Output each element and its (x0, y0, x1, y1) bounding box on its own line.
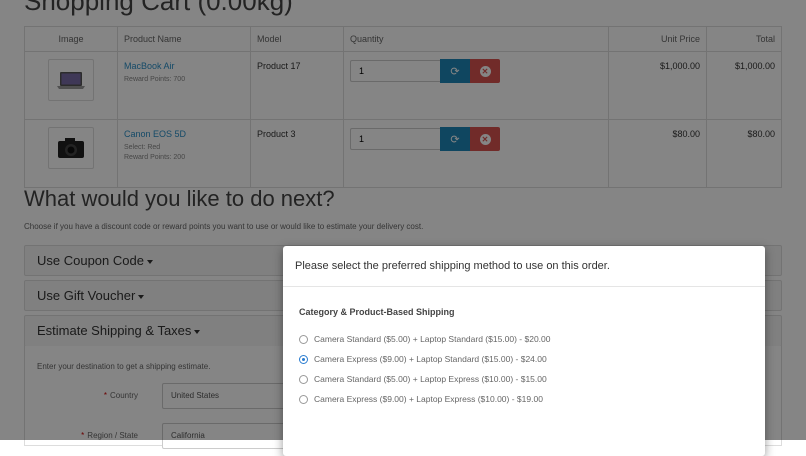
radio-button-selected[interactable] (299, 354, 308, 364)
shipping-option[interactable]: Camera Standard ($5.00) + Laptop Express… (299, 369, 749, 389)
radio-button[interactable] (299, 374, 308, 384)
shipping-modal: Please select the preferred shipping met… (283, 246, 765, 456)
shipping-option-label: Camera Express ($9.00) + Laptop Express … (314, 394, 543, 404)
shipping-option-label: Camera Standard ($5.00) + Laptop Express… (314, 374, 547, 384)
radio-button[interactable] (299, 334, 308, 344)
modal-body: Category & Product-Based Shipping Camera… (283, 287, 765, 421)
radio-button[interactable] (299, 394, 308, 404)
shipping-option[interactable]: Camera Express ($9.00) + Laptop Standard… (299, 349, 749, 369)
shipping-option-label: Camera Standard ($5.00) + Laptop Standar… (314, 334, 551, 344)
shipping-category-title: Category & Product-Based Shipping (299, 307, 455, 317)
shipping-option[interactable]: Camera Standard ($5.00) + Laptop Standar… (299, 329, 749, 349)
modal-header: Please select the preferred shipping met… (283, 246, 765, 287)
shipping-option[interactable]: Camera Express ($9.00) + Laptop Express … (299, 389, 749, 409)
shipping-option-label: Camera Express ($9.00) + Laptop Standard… (314, 354, 547, 364)
